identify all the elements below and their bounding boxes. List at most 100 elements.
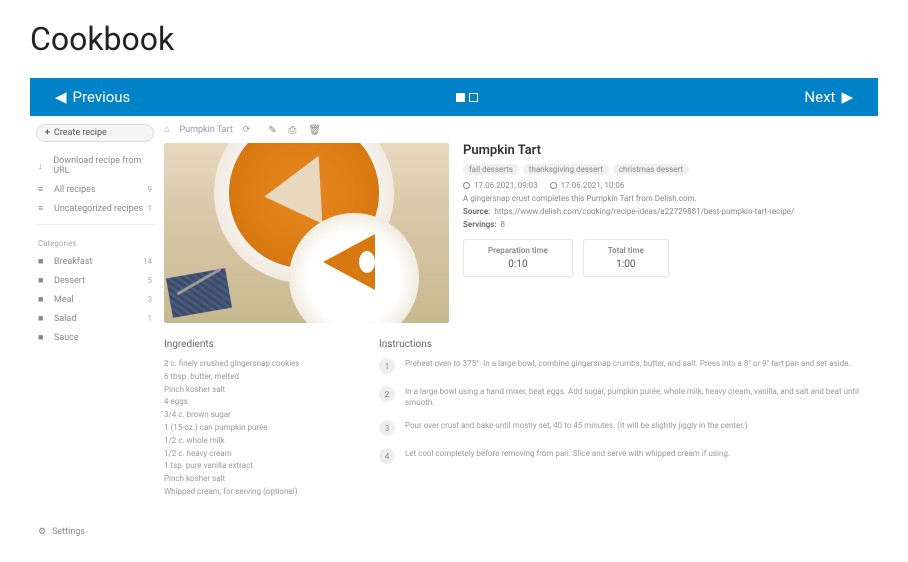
folder-icon: ■ <box>38 275 48 286</box>
tag[interactable]: christmas dessert <box>613 164 689 175</box>
servings-label: Servings: <box>463 220 497 229</box>
recipe-title: Pumpkin Tart <box>463 143 866 158</box>
recipe-dates: 17.06.2021, 09:03 17.06.2021, 10:06 <box>463 181 866 190</box>
sidebar-item-all-recipes[interactable]: ≡ All recipes 9 <box>36 180 154 199</box>
sidebar-category-sauce[interactable]: ■ Sauce <box>36 328 154 347</box>
list-icon: ≡ <box>38 203 48 214</box>
print-icon[interactable]: ⎙ <box>288 125 298 135</box>
breadcrumb: ⌂ Pumpkin Tart ⟳ ✎ ⎙ 🗑 <box>164 124 866 135</box>
breadcrumb-title: Pumpkin Tart <box>179 125 232 135</box>
main-content: ⌂ Pumpkin Tart ⟳ ✎ ⎙ 🗑 Pumpkin Tart <box>160 116 878 519</box>
ingredients-heading: Ingredients <box>164 339 349 350</box>
tag[interactable]: thanksgiving dessert <box>523 164 609 175</box>
sidebar-item-count: 5 <box>148 276 153 285</box>
ingredient: Pinch kosher salt <box>164 384 349 397</box>
instructions-heading: Instructions <box>379 339 866 350</box>
folder-icon: ■ <box>38 294 48 305</box>
reload-icon[interactable]: ⟳ <box>243 125 251 135</box>
sidebar-item-count: 9 <box>148 185 153 194</box>
sidebar-item-count: 3 <box>148 295 153 304</box>
slide-indicator-1[interactable] <box>456 93 465 102</box>
next-button[interactable]: Next ▶ <box>804 88 853 106</box>
folder-icon: ■ <box>38 332 48 343</box>
step-number: 2 <box>379 386 395 402</box>
sidebar-category-salad[interactable]: ■ Salad 1 <box>36 309 154 328</box>
divider <box>36 224 154 225</box>
download-icon: ↓ <box>38 161 47 172</box>
source-url[interactable]: https://www.delish.com/cooking/recipe-id… <box>494 207 794 216</box>
clock-icon <box>550 182 557 189</box>
clock-icon <box>463 182 470 189</box>
create-recipe-label: Create recipe <box>54 128 107 138</box>
sidebar-item-label: All recipes <box>54 185 96 195</box>
sidebar-item-label: Salad <box>54 314 76 324</box>
next-label: Next <box>804 88 835 106</box>
ingredient: 1/2 c. heavy cream <box>164 448 349 461</box>
total-time-value: 1:00 <box>608 259 644 270</box>
previous-button[interactable]: ◀ Previous <box>55 88 130 106</box>
ingredient: 6 tbsp. butter, melted <box>164 371 349 384</box>
step-text: Preheat oven to 375°. In a large bowl, c… <box>405 358 850 369</box>
total-time-label: Total time <box>608 246 644 255</box>
page-title: Cookbook <box>0 0 908 78</box>
prep-time-label: Preparation time <box>488 246 548 255</box>
chevron-left-icon: ◀ <box>55 88 67 106</box>
recipe-servings: Servings: 8 <box>463 220 866 229</box>
sidebar-item-label: Sauce <box>54 333 79 343</box>
prep-time-value: 0:10 <box>488 259 548 270</box>
sidebar: + Create recipe ↓ Download recipe from UR… <box>30 116 160 519</box>
ingredient: 1 tsp. pure vanilla extract <box>164 460 349 473</box>
slider-nav-bar: ◀ Previous Next ▶ <box>30 78 878 116</box>
sidebar-item-label: Dessert <box>54 276 85 286</box>
recipe-image <box>164 143 449 323</box>
step-number: 4 <box>379 448 395 464</box>
ingredient: 1/2 c. whole milk <box>164 435 349 448</box>
tag[interactable]: fall desserts <box>463 164 519 175</box>
sidebar-category-dessert[interactable]: ■ Dessert 5 <box>36 271 154 290</box>
categories-heading: Categories <box>36 231 154 252</box>
folder-icon: ■ <box>38 256 48 267</box>
list-icon: ≡ <box>38 184 48 195</box>
sidebar-item-label: Download recipe from URL <box>53 156 152 176</box>
recipe-tags: fall desserts thanksgiving dessert chris… <box>463 164 866 175</box>
ingredient: Whipped cream, for serving (optional) <box>164 486 349 499</box>
source-label: Source: <box>463 207 490 216</box>
slide-indicators <box>456 93 478 102</box>
instruction-step: 3 Pour over crust and bake until mostly … <box>379 420 866 436</box>
step-number: 3 <box>379 420 395 436</box>
slide-indicator-2[interactable] <box>469 93 478 102</box>
sidebar-item-label: Meal <box>54 295 74 305</box>
modified-date: 17.06.2021, 10:06 <box>561 181 625 190</box>
breadcrumb-home-icon[interactable]: ⌂ <box>164 124 169 135</box>
recipe-source: Source: https://www.delish.com/cooking/r… <box>463 207 866 216</box>
recipe-description: A gingersnap crust completes this Pumpki… <box>463 194 866 203</box>
chevron-right-icon: ▶ <box>841 88 853 106</box>
edit-icon[interactable]: ✎ <box>268 125 278 135</box>
instruction-step: 2 In a large bowl using a hand mixer, be… <box>379 386 866 408</box>
sidebar-item-count: 1 <box>148 314 153 323</box>
sidebar-category-breakfast[interactable]: ■Breakfast 14 <box>36 252 154 271</box>
ingredient: Pinch kosher salt <box>164 473 349 486</box>
settings-label: Settings <box>52 527 85 537</box>
previous-label: Previous <box>73 88 131 106</box>
sidebar-category-meal[interactable]: ■ Meal 3 <box>36 290 154 309</box>
ingredient: 3/4 c. brown sugar <box>164 409 349 422</box>
delete-icon[interactable]: 🗑 <box>308 125 318 135</box>
create-recipe-button[interactable]: + Create recipe <box>36 124 154 142</box>
total-time-box: Total time 1:00 <box>583 239 669 277</box>
step-text: Pour over crust and bake until mostly se… <box>405 420 747 431</box>
step-text: Let cool completely before removing from… <box>405 448 730 459</box>
ingredient: 2 c. finely crushed gingersnap cookies <box>164 358 349 371</box>
instruction-step: 4 Let cool completely before removing fr… <box>379 448 866 464</box>
settings-link[interactable]: ⚙ Settings <box>38 527 870 537</box>
sidebar-item-count: 14 <box>143 257 152 266</box>
ingredient: 4 eggs <box>164 396 349 409</box>
step-text: In a large bowl using a hand mixer, beat… <box>405 386 866 408</box>
ingredient: 1 (15-oz.) can pumpkin purée <box>164 422 349 435</box>
sidebar-item-uncategorized[interactable]: ≡ Uncategorized recipes 1 <box>36 199 154 218</box>
sidebar-item-label: Uncategorized recipes <box>54 204 143 214</box>
sidebar-item-download[interactable]: ↓ Download recipe from URL <box>36 152 154 180</box>
folder-icon: ■ <box>38 313 48 324</box>
servings-value: 8 <box>501 220 506 229</box>
sidebar-item-count: 1 <box>148 204 153 213</box>
